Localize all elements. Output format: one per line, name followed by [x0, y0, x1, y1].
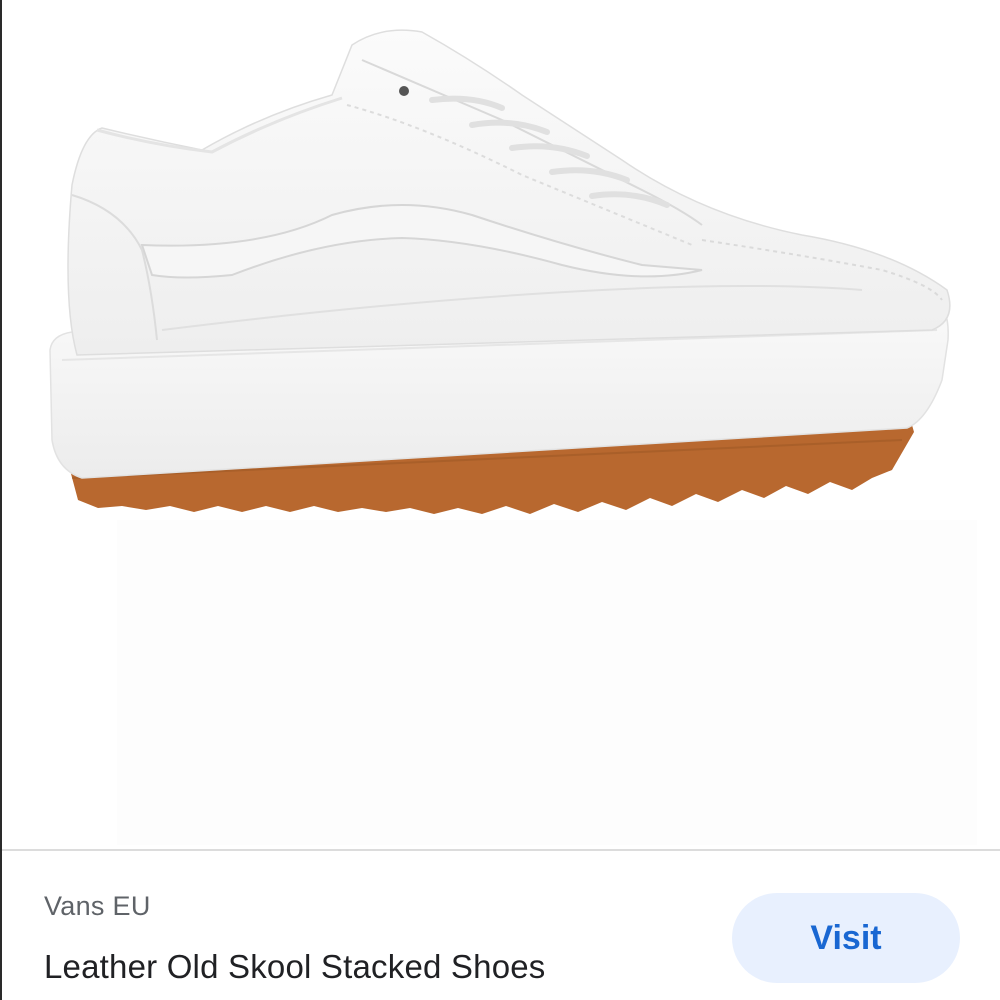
source-name[interactable]: Vans EU	[44, 891, 151, 922]
sneaker-illustration	[49, 29, 977, 845]
visit-button[interactable]: Visit	[732, 893, 960, 983]
product-title[interactable]: Leather Old Skool Stacked Shoes	[44, 948, 546, 986]
shoe-upper	[67, 29, 951, 356]
product-footer: Vans EU Leather Old Skool Stacked Shoes …	[2, 851, 1000, 1000]
product-image[interactable]	[2, 0, 1000, 850]
product-card: Vans EU Leather Old Skool Stacked Shoes …	[0, 0, 1000, 1000]
